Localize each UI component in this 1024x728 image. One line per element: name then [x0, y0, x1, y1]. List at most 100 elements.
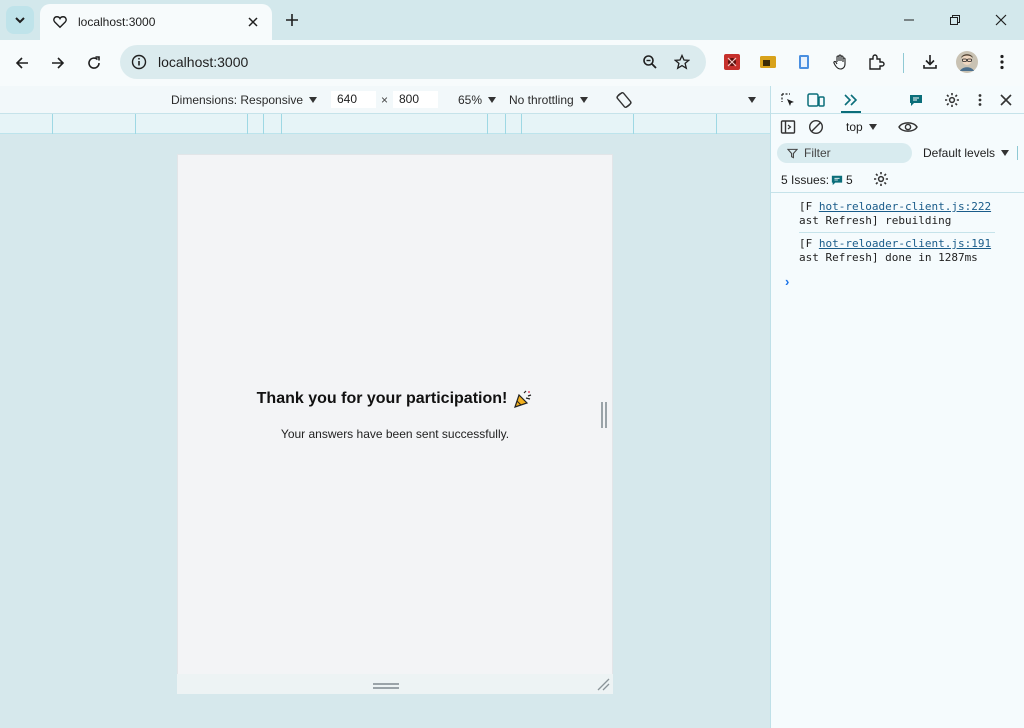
log-levels-dropdown[interactable]: Default levels [923, 146, 1010, 160]
dimension-times: × [381, 93, 389, 107]
ruler-mark[interactable] [521, 114, 522, 134]
log-message: ast Refresh] rebuilding [799, 214, 952, 227]
minimize-icon [904, 19, 914, 21]
issues-bar: 5 Issues: 5 [771, 167, 1024, 193]
log-prefix: [F [799, 237, 813, 250]
rotate-icon[interactable] [614, 90, 634, 113]
log-source-link[interactable]: hot-reloader-client.js:222 [819, 200, 991, 213]
arrow-left-icon [15, 57, 28, 69]
emulated-viewport-area: Thank you for your participation! Your a… [0, 134, 770, 728]
device-toggle-icon[interactable] [807, 91, 825, 109]
devtools-menu-icon[interactable] [971, 91, 989, 109]
caret-down-icon [868, 124, 877, 130]
close-window-button[interactable] [978, 0, 1024, 40]
width-input[interactable]: 640 [331, 91, 376, 108]
ruler-mark[interactable] [281, 114, 282, 134]
ruler-mark[interactable] [505, 114, 506, 134]
plus-icon [286, 14, 298, 26]
devtools-tabbar [771, 86, 1024, 114]
kebab-menu-icon[interactable] [992, 52, 1012, 72]
issues-label: 5 Issues: [781, 173, 830, 187]
context-selector[interactable]: top [846, 120, 877, 134]
devtools-panel: top Filter Default levels 5 Issues: 5 [F… [770, 86, 1024, 728]
tab-close-icon[interactable] [244, 13, 262, 31]
browser-toolbar: localhost:3000 [0, 40, 1024, 86]
arrow-right-icon [52, 57, 65, 69]
heart-favicon-icon [52, 14, 68, 30]
ruler-mark[interactable] [633, 114, 634, 134]
device-frame: Thank you for your participation! Your a… [177, 154, 613, 694]
ruler-mark[interactable] [52, 114, 53, 134]
resize-handle-right[interactable] [601, 402, 607, 428]
extension-hand-icon[interactable] [830, 52, 850, 72]
ruler-mark[interactable] [247, 114, 248, 134]
address-url: localhost:3000 [158, 54, 249, 70]
extensions-puzzle-icon[interactable] [866, 52, 886, 72]
active-tab-indicator [841, 111, 861, 113]
log-source-link[interactable]: hot-reloader-client.js:191 [819, 237, 991, 250]
issues-settings-gear-icon[interactable] [873, 171, 889, 190]
extension-red-icon[interactable] [722, 52, 742, 72]
ruler-mark[interactable] [716, 114, 717, 134]
caret-down-icon [309, 97, 318, 103]
filter-funnel-icon [787, 148, 798, 159]
issues-message-icon[interactable] [907, 91, 925, 109]
address-bar[interactable]: localhost:3000 [120, 45, 706, 79]
restore-button[interactable] [932, 0, 978, 40]
ruler-mark[interactable] [135, 114, 136, 134]
settings-gear-icon[interactable] [943, 91, 961, 109]
console-message: [F hot-reloader-client.js:222 ast Refres… [799, 200, 995, 228]
throttling-dropdown[interactable]: No throttling [509, 93, 588, 107]
toolbar-divider [903, 53, 904, 73]
caret-down-icon [579, 97, 588, 103]
dimensions-dropdown[interactable]: Dimensions: Responsive [171, 93, 318, 107]
dimensions-label: Dimensions: Responsive [171, 93, 304, 107]
site-info-icon[interactable] [130, 53, 148, 71]
message-icon [831, 175, 843, 186]
minimize-button[interactable] [886, 0, 932, 40]
clear-console-icon[interactable] [807, 118, 825, 136]
tab-search-button[interactable] [6, 6, 34, 34]
eye-icon[interactable] [897, 118, 919, 136]
browser-tab[interactable]: localhost:3000 [40, 4, 272, 40]
forward-button[interactable] [44, 49, 72, 77]
more-options-caret-icon[interactable] [748, 97, 756, 103]
issues-count-badge[interactable]: 5 [831, 173, 853, 187]
download-icon[interactable] [920, 52, 940, 72]
resize-handle-bottom[interactable] [373, 683, 399, 689]
close-icon [995, 14, 1007, 26]
zoom-dropdown[interactable]: 65% [458, 93, 497, 107]
height-input[interactable]: 800 [393, 91, 438, 108]
profile-avatar[interactable] [956, 51, 978, 73]
new-tab-button[interactable] [280, 8, 304, 32]
ruler-mark[interactable] [487, 114, 488, 134]
back-button[interactable] [8, 49, 36, 77]
caret-down-icon [488, 97, 497, 103]
chevron-down-icon [15, 17, 25, 24]
throttling-label: No throttling [509, 93, 574, 107]
devtools-close-icon[interactable] [997, 91, 1015, 109]
caret-down-icon [1001, 150, 1010, 156]
sidebar-toggle-icon[interactable] [779, 118, 797, 136]
console-prompt-chevron-icon[interactable]: › [785, 274, 789, 289]
bookmark-star-icon[interactable] [668, 48, 696, 76]
reload-button[interactable] [80, 49, 108, 77]
log-divider [799, 232, 995, 233]
confirmation-subtext: Your answers have been sent successfully… [280, 427, 510, 441]
extension-folder-icon[interactable] [758, 52, 778, 72]
zoom-label: 65% [458, 93, 483, 107]
console-filter-input[interactable]: Filter [777, 143, 912, 163]
resize-corner-icon[interactable] [596, 677, 610, 691]
ruler-mark[interactable] [263, 114, 264, 134]
heading-text: Thank you for your participation! [256, 390, 508, 408]
restore-icon [950, 15, 960, 25]
page-title: Thank you for your participation! [178, 389, 612, 409]
zoom-icon[interactable] [636, 48, 664, 76]
filter-placeholder: Filter [804, 146, 831, 160]
console-message: [F hot-reloader-client.js:191 ast Refres… [799, 237, 995, 265]
context-label: top [846, 120, 863, 134]
more-tabs-chevron-icon[interactable] [842, 91, 860, 109]
inspect-element-icon[interactable] [779, 91, 797, 109]
toolbar-divider [1017, 146, 1018, 160]
extension-clipboard-icon[interactable] [794, 52, 814, 72]
